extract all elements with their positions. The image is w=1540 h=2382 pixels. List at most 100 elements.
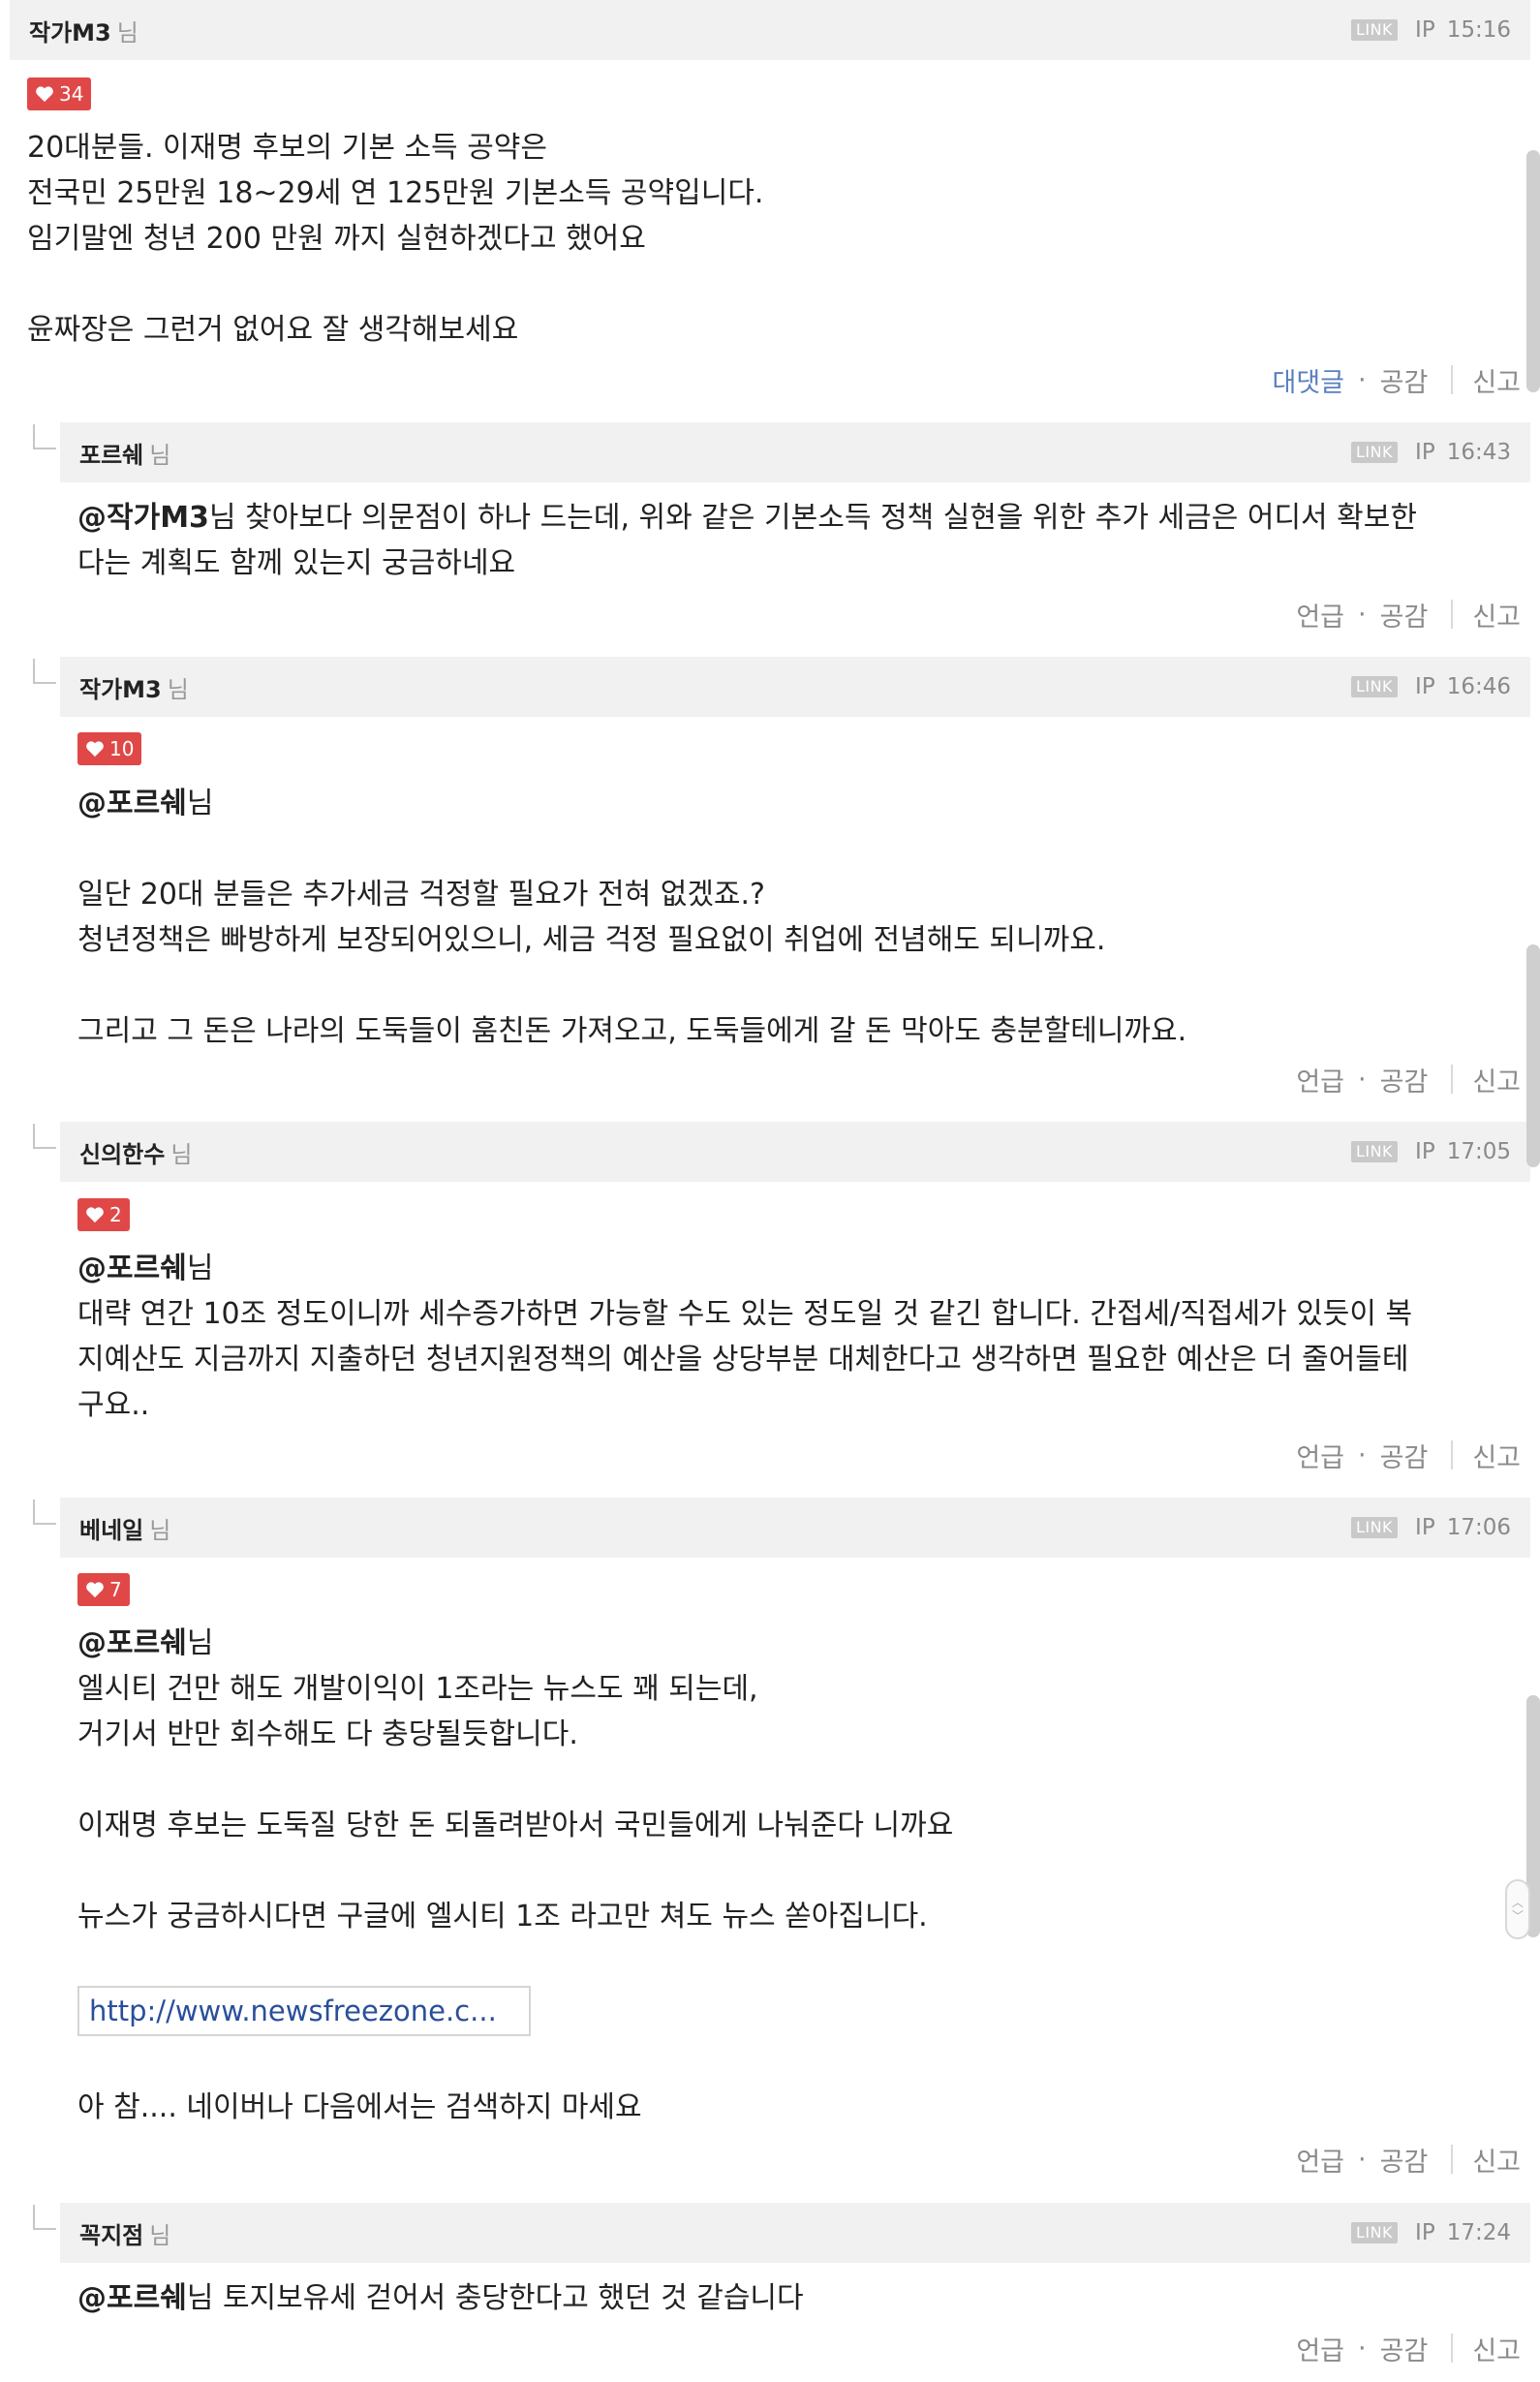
comment-text: 님 (186, 1626, 214, 1660)
comment-line: 다는 계획도 함께 있는지 궁금하네요 (77, 546, 516, 580)
comment-header: 작가M3 님 LINK IP 16:46 (60, 657, 1530, 717)
like-button[interactable]: 공감 (1380, 2141, 1429, 2179)
comment-line: 20대분들. 이재명 후보의 기본 소득 공약은 (27, 131, 547, 165)
ip-label: IP (1415, 1139, 1435, 1164)
comment-meta: LINK IP 17:05 (1350, 1122, 1511, 1182)
link-badge[interactable]: LINK (1350, 2222, 1399, 2243)
like-button[interactable]: 공감 (1380, 1437, 1429, 1474)
author-suffix: 님 (149, 441, 171, 469)
mention-link[interactable]: @작가M3 (77, 501, 209, 535)
ip-label: IP (1415, 17, 1435, 43)
author-name[interactable]: 작가M3 (79, 670, 162, 704)
comment-line: 청년정책은 빠방하게 보장되어있으니, 세금 걱정 필요없이 취업에 전념해도 … (77, 923, 1106, 957)
comment-line (77, 963, 1186, 1008)
comment-actions: 언급 · 공감 신고 (1296, 1436, 1521, 1474)
comment-header: 신의한수 님 LINK IP 17:05 (60, 1122, 1530, 1182)
comment-line: 임기말엔 청년 200 만원 까지 실현하겠다고 했어요 (27, 222, 646, 256)
mention-button[interactable]: 언급 (1296, 2141, 1344, 2179)
comment-line: @포르쉐님 (77, 781, 1186, 826)
like-button[interactable]: 공감 (1380, 2330, 1429, 2367)
comment-header: 포르쉐 님 LINK IP 16:43 (60, 422, 1530, 482)
like-button[interactable]: 공감 (1380, 596, 1429, 634)
link-badge[interactable]: LINK (1350, 1141, 1399, 1162)
link-badge[interactable]: LINK (1350, 19, 1399, 41)
timestamp: 17:24 (1446, 2220, 1511, 2245)
report-button[interactable]: 신고 (1472, 596, 1521, 634)
link-badge[interactable]: LINK (1350, 442, 1399, 463)
comment-line: 엘시티 건만 해도 개발이익이 1조라는 뉴스도 꽤 되는데, (77, 1672, 758, 1706)
like-count: 2 (109, 1203, 122, 1226)
timestamp: 16:46 (1446, 674, 1511, 699)
chevron-down-icon: ﹀ (1511, 1909, 1524, 1923)
like-count: 7 (109, 1578, 122, 1601)
timestamp: 17:05 (1446, 1139, 1511, 1164)
comment-line: 대략 연간 10조 정도이니까 세수증가하면 가능할 수도 있는 정도일 것 같… (77, 1297, 1413, 1331)
comment-line (77, 1848, 953, 1894)
comment-meta: LINK IP 16:46 (1350, 657, 1511, 717)
comment-line: 그리고 그 돈은 나라의 도둑들이 훔친돈 가져오고, 도둑들에게 갈 돈 막아… (77, 1014, 1187, 1048)
comment-body: @포르쉐님 대략 연간 10조 정도이니까 세수증가하면 가능할 수도 있는 정… (77, 1246, 1412, 1428)
ip-label: IP (1415, 674, 1435, 699)
comment-line: 지예산도 지금까지 지출하던 청년지원정책의 예산을 상당부분 대체한다고 생각… (77, 1343, 1409, 1377)
divider (1451, 1440, 1454, 1469)
comment-body: 20대분들. 이재명 후보의 기본 소득 공약은 전국민 25만원 18~29세… (27, 125, 763, 353)
mention-link[interactable]: @포르쉐 (77, 787, 187, 820)
comment-line (77, 1757, 953, 1803)
comment-actions: 언급 · 공감 신고 (1296, 1060, 1521, 1098)
report-button[interactable]: 신고 (1472, 1437, 1521, 1474)
dot-separator: · (1358, 2333, 1367, 2364)
mention-link[interactable]: @포르쉐 (77, 2281, 187, 2315)
ip-label: IP (1415, 2220, 1435, 2245)
like-count: 10 (109, 737, 135, 760)
heart-icon (86, 1207, 104, 1223)
report-button[interactable]: 신고 (1472, 361, 1521, 399)
author-name[interactable]: 포르쉐 (79, 436, 143, 470)
comment-body: @작가M3님 찾아보다 의문점이 하나 드는데, 위와 같은 기본소득 정책 실… (77, 495, 1417, 586)
mention-button[interactable]: 언급 (1296, 596, 1344, 634)
report-button[interactable]: 신고 (1472, 2141, 1521, 2179)
link-badge[interactable]: LINK (1350, 1517, 1399, 1538)
scrollbar-thumb[interactable] (1526, 150, 1540, 392)
comment-line: 아 참.... 네이버나 다음에서는 검색하지 마세요 (77, 2090, 642, 2124)
mention-button[interactable]: 언급 (1296, 2330, 1344, 2367)
ip-label: IP (1415, 1515, 1435, 1540)
comment-line: 전국민 25만원 18~29세 연 125만원 기본소득 공약입니다. (27, 176, 764, 210)
divider (1451, 600, 1454, 629)
dot-separator: · (1358, 599, 1367, 630)
author-name[interactable]: 신의한수 (79, 1135, 165, 1169)
comment-line: 일단 20대 분들은 추가세금 걱정할 필요가 전혀 없겠죠.? (77, 878, 765, 912)
heart-icon (86, 741, 104, 758)
report-button[interactable]: 신고 (1472, 2330, 1521, 2367)
comment-body: @포르쉐님 일단 20대 분들은 추가세금 걱정할 필요가 전혀 없겠죠.? 청… (77, 781, 1186, 1054)
comment-header: 꼭지점 님 LINK IP 17:24 (60, 2203, 1530, 2263)
mention-link[interactable]: @포르쉐 (77, 1252, 187, 1285)
mention-button[interactable]: 언급 (1296, 1061, 1344, 1098)
timestamp: 16:43 (1446, 440, 1511, 465)
dot-separator: · (1358, 1439, 1367, 1470)
comment-header: 작가M3 님 LINK IP 15:16 (10, 0, 1530, 60)
link-url[interactable]: http://www.newsfreezone.c... (89, 1995, 497, 2027)
like-badge: 7 (77, 1573, 130, 1606)
report-button[interactable]: 신고 (1472, 1061, 1521, 1098)
like-button[interactable]: 공감 (1380, 1061, 1429, 1098)
scrollbar-thumb[interactable] (1526, 944, 1540, 1167)
comment-header: 베네일 님 LINK IP 17:06 (60, 1498, 1530, 1558)
link-badge[interactable]: LINK (1350, 676, 1399, 697)
author-name[interactable]: 꼭지점 (79, 2216, 143, 2250)
comment-meta: LINK IP 17:06 (1350, 1498, 1511, 1558)
scroll-handle-icon[interactable]: ︿ ﹀ (1505, 1879, 1530, 1939)
comment-line: 이재명 후보는 도둑질 당한 돈 되돌려받아서 국민들에게 나눠준다 니까요 (77, 1809, 954, 1842)
author-name[interactable]: 베네일 (79, 1511, 143, 1545)
comment-meta: LINK IP 16:43 (1350, 422, 1511, 482)
author-name[interactable]: 작가M3 (29, 14, 111, 47)
author-suffix: 님 (149, 2221, 171, 2249)
comment-text: 님 (186, 787, 214, 820)
mention-link[interactable]: @포르쉐 (77, 1626, 187, 1660)
like-button[interactable]: 공감 (1380, 361, 1429, 399)
link-preview[interactable]: http://www.newsfreezone.c... (77, 1986, 531, 2036)
mention-button[interactable]: 언급 (1296, 1437, 1344, 1474)
divider (1451, 365, 1454, 394)
dot-separator: · (1358, 1064, 1367, 1095)
reply-button[interactable]: 대댓글 (1273, 361, 1345, 399)
timestamp: 15:16 (1446, 17, 1511, 43)
